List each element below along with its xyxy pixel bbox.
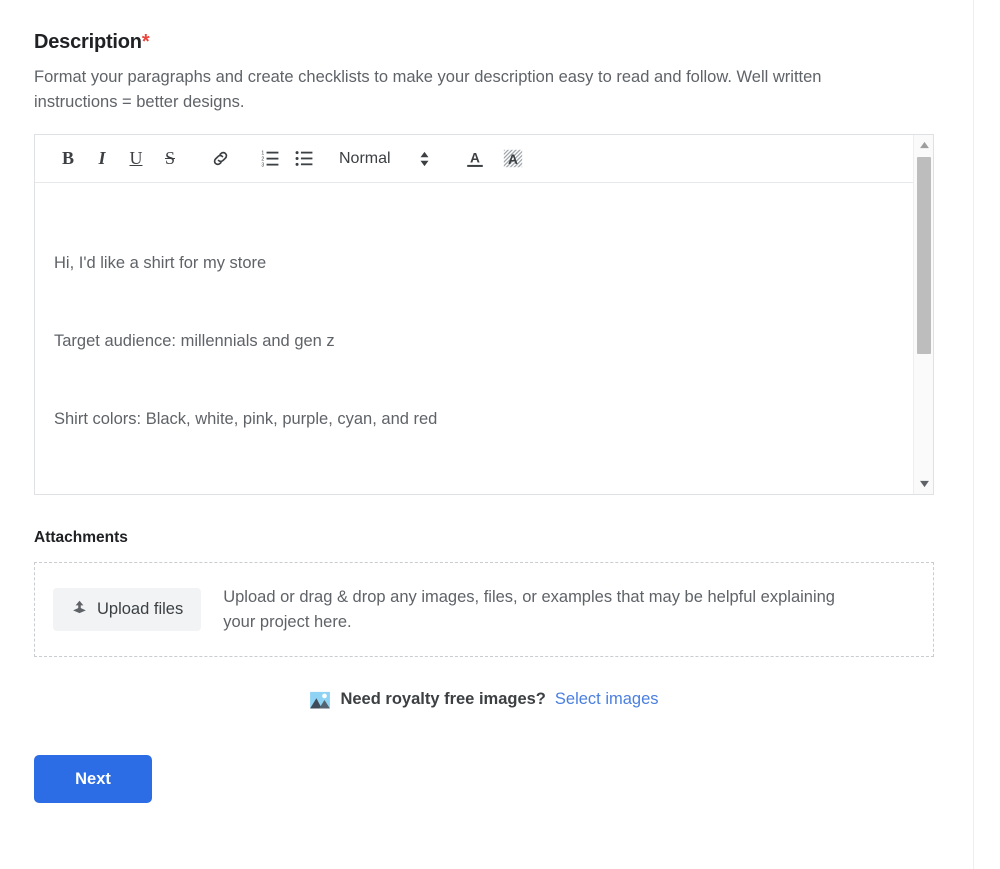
next-button[interactable]: Next	[34, 755, 152, 803]
editor-toolbar: B I U S 1 2 3 Normal A A	[35, 135, 933, 183]
royalty-free-label: Need royalty free images?	[340, 690, 546, 708]
format-select-value: Normal	[339, 149, 391, 167]
bold-button[interactable]: B	[51, 142, 85, 176]
editor-scrollbar[interactable]	[913, 135, 933, 494]
required-asterisk: *	[141, 31, 150, 53]
italic-button[interactable]: I	[85, 142, 119, 176]
upload-files-label: Upload files	[97, 600, 184, 618]
bullet-list-icon[interactable]	[287, 142, 321, 176]
image-icon	[309, 690, 332, 709]
upload-files-button[interactable]: Upload files	[53, 588, 202, 631]
description-help-text: Format your paragraphs and create checkl…	[34, 68, 822, 111]
attachments-dropzone[interactable]: Upload files Upload or drag & drop any i…	[34, 562, 934, 657]
page-title: Description*	[34, 0, 934, 55]
ordered-list-icon[interactable]: 1 2 3	[253, 142, 287, 176]
format-select-arrows-icon[interactable]	[419, 151, 430, 167]
dropzone-help-text: Upload or drag & drop any images, files,…	[223, 587, 835, 631]
editor-blank-line-1	[54, 484, 893, 494]
description-form: Description* Format your paragraphs and …	[34, 0, 934, 803]
svg-text:A: A	[470, 151, 480, 166]
attachments-title: Attachments	[34, 529, 128, 546]
scrollbar-thumb[interactable]	[917, 157, 931, 354]
strikethrough-button[interactable]: S	[153, 142, 187, 176]
svg-text:A: A	[508, 152, 518, 167]
royalty-free-images-row: Need royalty free images? Select images	[34, 690, 934, 709]
editor-line-3: Shirt colors: Black, white, pink, purple…	[54, 410, 438, 428]
page-title-text: Description	[34, 31, 142, 53]
upload-icon	[71, 599, 88, 621]
scrollbar-up-arrow-icon[interactable]	[914, 135, 934, 155]
svg-text:3: 3	[261, 162, 264, 168]
scrollbar-down-arrow-icon[interactable]	[914, 474, 934, 494]
description-editor[interactable]: B I U S 1 2 3 Normal A A Hi, I'd like a …	[34, 134, 934, 495]
svg-text:1: 1	[261, 151, 264, 157]
underline-button[interactable]: U	[119, 142, 153, 176]
format-select[interactable]: Normal	[339, 150, 430, 168]
select-images-link[interactable]: Select images	[555, 690, 659, 709]
highlight-color-icon[interactable]: A	[498, 144, 528, 174]
editor-content-area[interactable]: Hi, I'd like a shirt for my store Target…	[35, 184, 933, 494]
editor-line-2: Target audience: millennials and gen z	[54, 332, 335, 350]
text-color-icon[interactable]: A	[460, 144, 490, 174]
page-right-border	[973, 0, 974, 869]
editor-text[interactable]: Hi, I'd like a shirt for my store Target…	[35, 184, 933, 494]
editor-line-1: Hi, I'd like a shirt for my store	[54, 254, 267, 272]
link-icon[interactable]	[203, 142, 237, 176]
